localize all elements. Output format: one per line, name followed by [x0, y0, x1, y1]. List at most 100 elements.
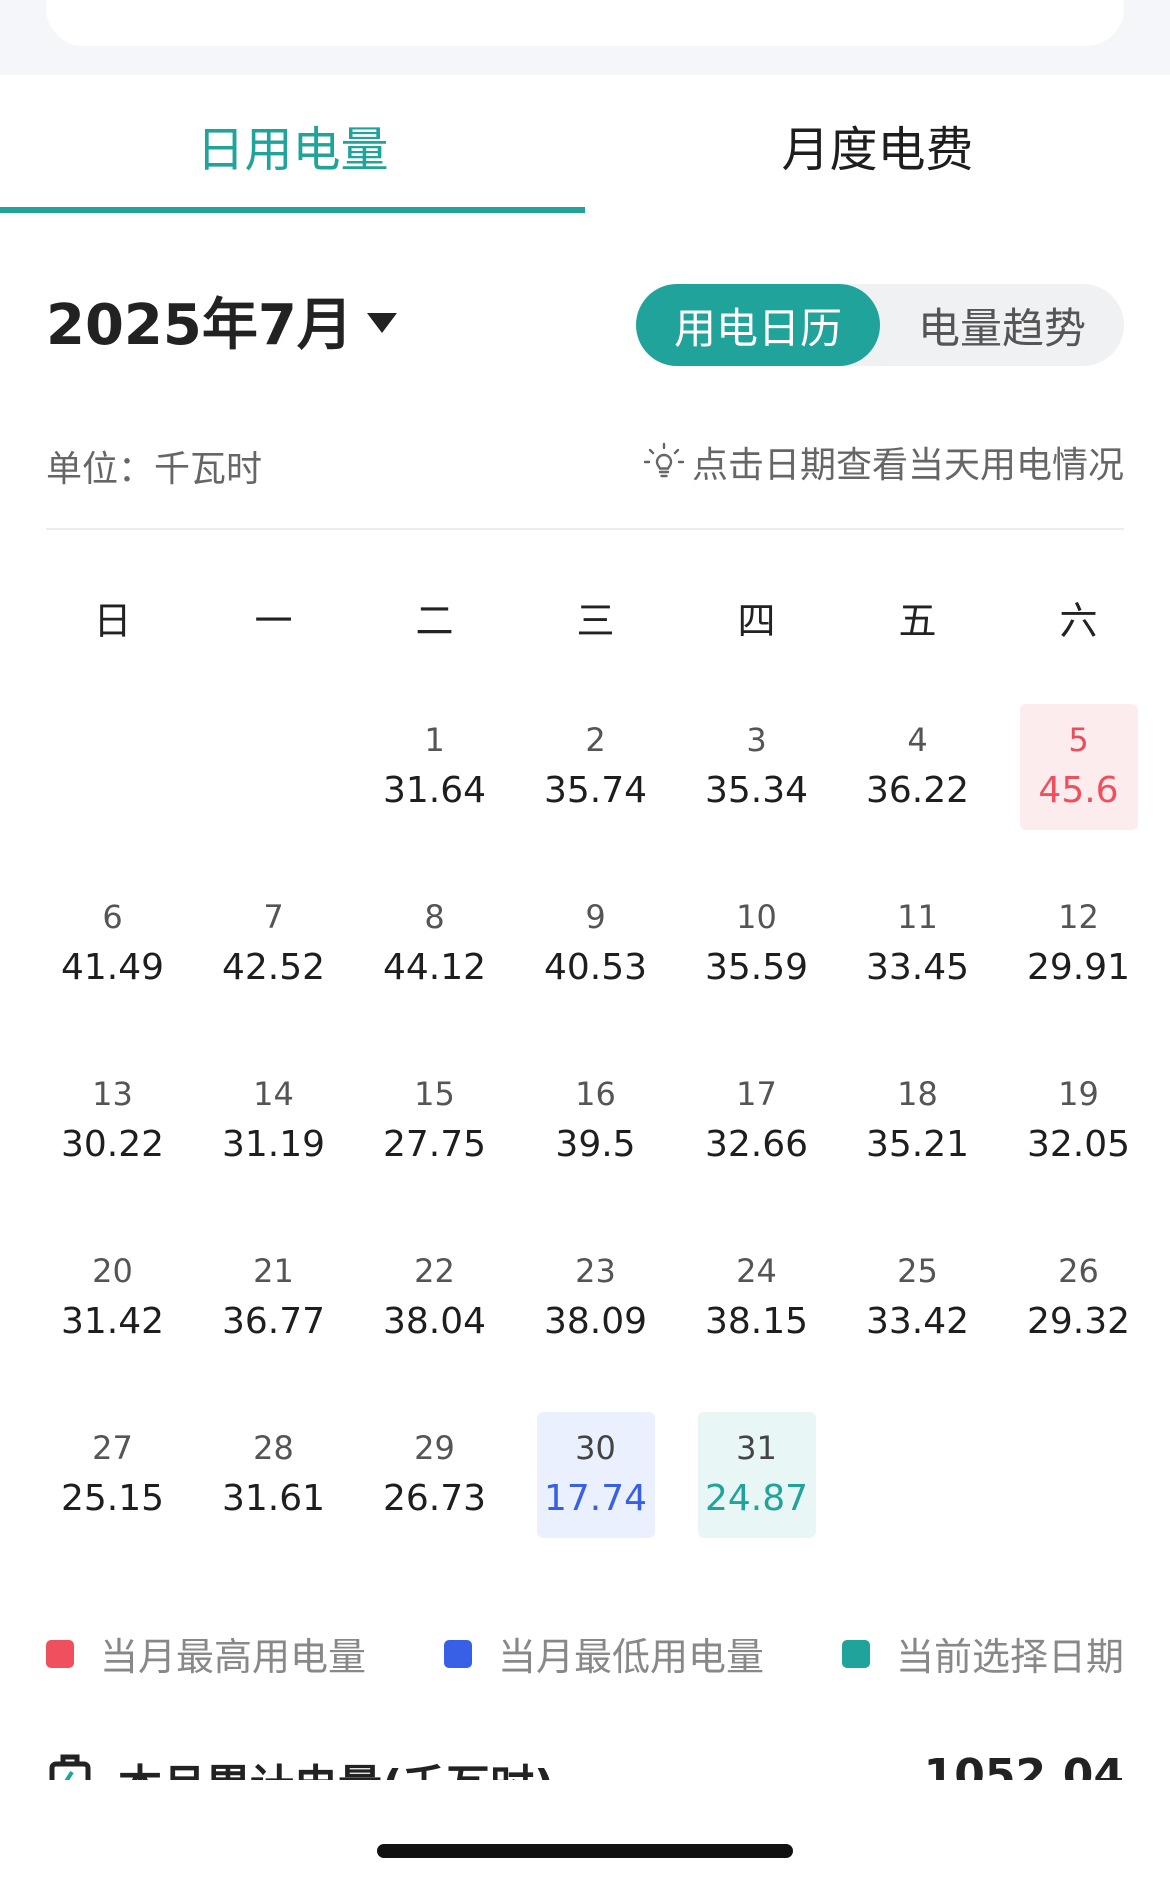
calendar-grid: 1 31.64 2 35.74 3 35.34 4 36.22 5 45.6 6 41.49 7 42.5… [32, 704, 1158, 1589]
day-number: 19 [1058, 1075, 1099, 1113]
calendar-day-button[interactable]: 23 38.09 [537, 1235, 655, 1361]
day-usage: 29.91 [1026, 947, 1131, 988]
weekday-label: 五 [898, 599, 937, 643]
day-number: 16 [575, 1075, 616, 1113]
calendar-day-button[interactable]: 19 32.05 [1020, 1058, 1138, 1184]
calendar-day-button[interactable]: 24 38.15 [698, 1235, 816, 1361]
calendar-day-cell[interactable]: 20 31.42 [32, 1235, 193, 1412]
calendar-day-cell[interactable]: 26 29.32 [998, 1235, 1159, 1412]
calendar-day-button[interactable]: 25 33.42 [859, 1235, 977, 1361]
day-usage: 17.74 [543, 1478, 648, 1519]
calendar-day-cell[interactable]: 11 33.45 [837, 881, 998, 1058]
calendar-day-button[interactable]: 26 29.32 [1020, 1235, 1138, 1361]
day-number: 5 [1068, 721, 1089, 759]
day-number: 8 [424, 898, 445, 936]
calendar-day-cell[interactable]: 24 38.15 [676, 1235, 837, 1412]
calendar-day-cell[interactable]: 18 35.21 [837, 1058, 998, 1235]
tab-monthly-bill[interactable]: 月度电费 [585, 75, 1170, 215]
calendar-day-cell[interactable]: 9 40.53 [515, 881, 676, 1058]
month-picker[interactable]: 2025年7月 [46, 280, 397, 361]
calendar-day-cell[interactable]: 14 31.19 [193, 1058, 354, 1235]
calendar-day-cell[interactable]: 23 38.09 [515, 1235, 676, 1412]
unit-label: 单位：千瓦时 [46, 449, 263, 490]
calendar-day-button[interactable]: 16 39.5 [537, 1058, 655, 1184]
calendar-day-cell[interactable]: 4 36.22 [837, 704, 998, 881]
calendar-day-button[interactable]: 8 44.12 [376, 881, 494, 1007]
calendar-day-cell[interactable]: 30 17.74 [515, 1412, 676, 1589]
calendar-day-cell[interactable]: 16 39.5 [515, 1058, 676, 1235]
day-number: 31 [736, 1429, 777, 1467]
calendar-day-button[interactable]: 9 40.53 [537, 881, 655, 1007]
lightbulb-icon [643, 442, 685, 478]
calendar-day-cell[interactable]: 8 44.12 [354, 881, 515, 1058]
calendar-day-button[interactable]: 12 29.91 [1020, 881, 1138, 1007]
day-number: 23 [575, 1252, 616, 1290]
legend-selected: 当前选择日期 [841, 1626, 1124, 1681]
calendar-day-cell[interactable]: 31 24.87 [676, 1412, 837, 1589]
day-number: 9 [585, 898, 606, 936]
day-number: 22 [414, 1252, 455, 1290]
calendar-day-button[interactable]: 5 45.6 [1019, 704, 1138, 830]
calendar-day-cell[interactable]: 15 27.75 [354, 1058, 515, 1235]
calendar-day-button[interactable]: 1 31.64 [376, 704, 494, 830]
calendar-day-cell[interactable]: 1 31.64 [354, 704, 515, 881]
calendar-day-button[interactable]: 10 35.59 [698, 881, 816, 1007]
calendar-day-cell[interactable]: 7 42.52 [193, 881, 354, 1058]
calendar-day-cell[interactable]: 2 35.74 [515, 704, 676, 881]
calendar-day-button[interactable]: 14 31.19 [215, 1058, 333, 1184]
calendar-day-cell[interactable]: 25 33.42 [837, 1235, 998, 1412]
calendar-day-button[interactable]: 18 35.21 [859, 1058, 977, 1184]
calendar-day-cell[interactable]: 17 32.66 [676, 1058, 837, 1235]
day-usage: 42.52 [221, 947, 326, 988]
calendar-day-button[interactable]: 28 31.61 [215, 1412, 333, 1538]
calendar-day-cell[interactable]: 3 35.34 [676, 704, 837, 881]
calendar-day-cell[interactable]: 21 36.77 [193, 1235, 354, 1412]
calendar-day-button[interactable]: 21 36.77 [215, 1235, 333, 1361]
caret-down-icon [366, 312, 397, 333]
calendar-day-cell[interactable]: 27 25.15 [32, 1412, 193, 1589]
day-usage: 27.75 [382, 1124, 487, 1165]
calendar-day-cell[interactable]: 22 38.04 [354, 1235, 515, 1412]
calendar-day-button[interactable]: 29 26.73 [376, 1412, 494, 1538]
calendar-day-button[interactable]: 31 24.87 [697, 1412, 816, 1538]
calendar-day-button[interactable]: 6 41.49 [54, 881, 172, 1007]
day-number: 21 [253, 1252, 294, 1290]
day-number: 24 [736, 1252, 777, 1290]
calendar-day-button[interactable]: 20 31.42 [54, 1235, 172, 1361]
calendar-day-cell[interactable]: 12 29.91 [998, 881, 1159, 1058]
top-strip [0, 0, 1170, 75]
day-usage: 41.49 [60, 947, 165, 988]
calendar-day-button[interactable]: 4 36.22 [859, 704, 977, 830]
tab-daily-usage[interactable]: 日用电量 [0, 75, 585, 215]
day-usage: 35.74 [543, 770, 648, 811]
day-number: 14 [253, 1075, 294, 1113]
calendar-day-cell[interactable]: 6 41.49 [32, 881, 193, 1058]
calendar-day-button[interactable]: 15 27.75 [376, 1058, 494, 1184]
calendar-day-button[interactable]: 17 32.66 [698, 1058, 816, 1184]
calendar-day-cell[interactable]: 28 31.61 [193, 1412, 354, 1589]
hint-text: 点击日期查看当天用电情况 [691, 445, 1124, 486]
calendar-day-cell[interactable]: 13 30.22 [32, 1058, 193, 1235]
calendar-day-button[interactable]: 22 38.04 [376, 1235, 494, 1361]
calendar-day-cell[interactable]: 5 45.6 [998, 704, 1159, 881]
calendar-day-button[interactable]: 3 35.34 [698, 704, 816, 830]
calendar-day-button[interactable]: 13 30.22 [54, 1058, 172, 1184]
toggle-calendar[interactable]: 用电日历 [636, 284, 880, 366]
calendar-day-button[interactable]: 2 35.74 [537, 704, 655, 830]
day-number: 27 [92, 1429, 133, 1467]
calendar-day-button[interactable]: 11 33.45 [859, 881, 977, 1007]
calendar-day-cell[interactable]: 10 35.59 [676, 881, 837, 1058]
legend-swatch [46, 1639, 74, 1668]
day-usage: 25.15 [60, 1478, 165, 1519]
active-tab-underline [0, 207, 585, 213]
calendar-day-button[interactable]: 30 17.74 [536, 1412, 655, 1538]
calendar-day-cell[interactable]: 19 32.05 [998, 1058, 1159, 1235]
calendar-day-cell[interactable]: 29 26.73 [354, 1412, 515, 1589]
calendar-day-button[interactable]: 27 25.15 [54, 1412, 172, 1538]
legend-label: 当月最高用电量 [100, 1635, 367, 1679]
calendar-day-button[interactable]: 7 42.52 [215, 881, 333, 1007]
day-usage: 36.22 [865, 770, 970, 811]
day-usage: 35.59 [704, 947, 809, 988]
toggle-trend[interactable]: 电量趋势 [880, 284, 1124, 366]
day-number: 30 [575, 1429, 616, 1467]
